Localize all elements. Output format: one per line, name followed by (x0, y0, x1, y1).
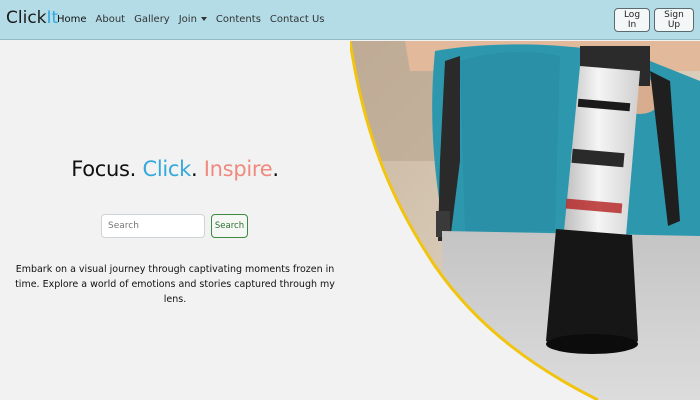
brand-logo[interactable]: ClickIt (6, 8, 58, 28)
signup-button[interactable]: Sign Up (654, 8, 694, 32)
nav-link-about[interactable]: About (96, 13, 126, 27)
nav-link-home[interactable]: Home (57, 13, 87, 27)
headline-click: Click (142, 157, 191, 181)
nav-links: Home About Gallery Join Contents Contact… (57, 13, 325, 27)
nav-link-gallery[interactable]: Gallery (134, 13, 170, 27)
search-button[interactable]: Search (211, 214, 248, 238)
search-input[interactable] (101, 214, 205, 238)
headline-dot: . (272, 157, 279, 181)
navbar: ClickIt Home About Gallery Join Contents… (0, 0, 700, 40)
hero-headline: Focus. Click. Inspire. (0, 155, 350, 183)
hero-description: Embark on a visual journey through capti… (15, 264, 335, 305)
nav-dropdown-join[interactable]: Join (179, 13, 207, 27)
hero-photo (350, 41, 700, 400)
headline-focus: Focus. (71, 157, 137, 181)
nav-link-contents[interactable]: Contents (216, 13, 261, 27)
brand-prefix: Click (6, 8, 47, 28)
caret-down-icon (200, 17, 207, 21)
headline-inspire: Inspire (203, 157, 273, 181)
nav-link-join-label: Join (178, 14, 197, 25)
nav-link-contact-us[interactable]: Contact Us (270, 13, 325, 27)
headline-dot: . (191, 157, 198, 181)
login-button[interactable]: Log In (614, 8, 650, 32)
